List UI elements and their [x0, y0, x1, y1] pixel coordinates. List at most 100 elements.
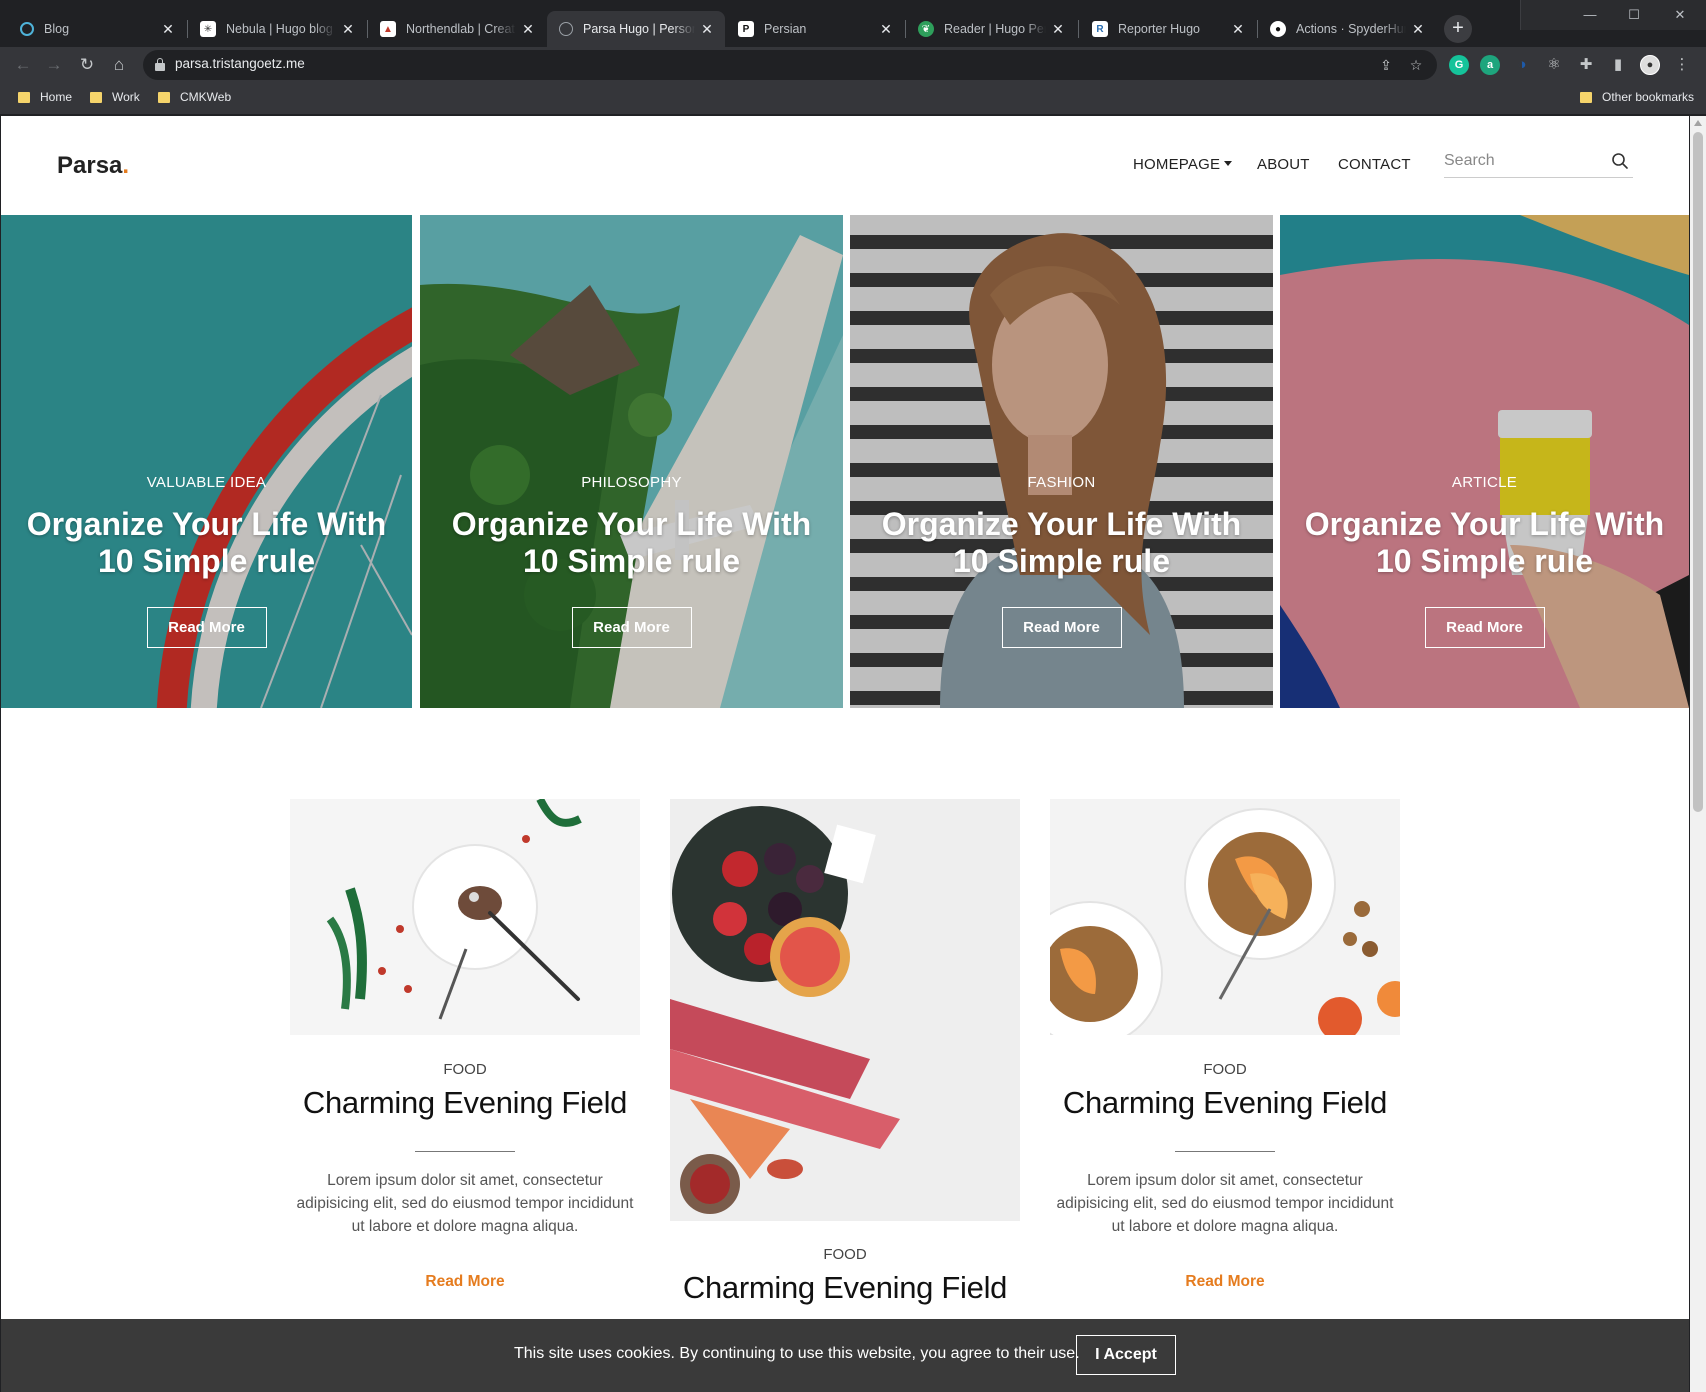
post-title[interactable]: Charming Evening Field	[290, 1085, 640, 1121]
slide-category: VALUABLE IDEA	[146, 474, 267, 491]
post-category[interactable]: FOOD	[1050, 1061, 1400, 1078]
tab-title: Reporter Hugo	[1118, 22, 1200, 36]
scrollbar-thumb[interactable]	[1693, 132, 1703, 812]
nav-homepage-label: HOMEPAGE	[1133, 156, 1221, 173]
tab-parsa[interactable]: Parsa Hugo | Personal ✕	[547, 11, 725, 47]
slide-title[interactable]: Organize Your Life With 10 Simple rule	[11, 506, 402, 580]
tab-blog[interactable]: Blog ✕	[8, 11, 186, 47]
url-text[interactable]: parsa.tristangoetz.me	[175, 56, 305, 71]
home-icon[interactable]: ⌂	[107, 53, 131, 77]
post-title[interactable]: Charming Evening Field	[670, 1270, 1020, 1306]
hero-slide: PHILOSOPHY Organize Your Life With 10 Si…	[420, 215, 843, 708]
post-title[interactable]: Charming Evening Field	[1050, 1085, 1400, 1121]
tab-northendlab[interactable]: ▲ Northendlab | Creativ ✕	[368, 11, 546, 47]
bookmark-label: Home	[40, 90, 73, 104]
close-icon[interactable]: ✕	[878, 21, 894, 38]
close-icon[interactable]: ✕	[340, 21, 356, 38]
close-icon[interactable]: ✕	[1050, 21, 1066, 38]
tab-reporter[interactable]: R Reporter Hugo ✕	[1080, 11, 1256, 47]
post-image[interactable]	[290, 799, 640, 1035]
page-scrollbar[interactable]	[1690, 116, 1706, 1392]
react-devtools-icon[interactable]: ⚛	[1544, 55, 1564, 75]
side-panel-icon[interactable]: ▮	[1608, 55, 1628, 75]
post-image[interactable]	[1050, 799, 1400, 1035]
post-category[interactable]: FOOD	[670, 1246, 1020, 1263]
github-icon: ●	[1270, 21, 1286, 37]
fruit-flatlay-image	[670, 799, 1020, 1221]
read-more-link[interactable]: Read More	[1050, 1273, 1400, 1291]
tab-title: Northendlab | Creativ	[406, 22, 516, 36]
hero-slide: ARTICLE Organize Your Life With 10 Simpl…	[1280, 215, 1689, 708]
extension-d-icon[interactable]: ◑	[1512, 55, 1532, 75]
folder-icon	[1580, 91, 1592, 103]
address-bar[interactable]: parsa.tristangoetz.me ⇪ ☆	[143, 50, 1437, 80]
reporter-icon: R	[1092, 21, 1108, 37]
new-tab-button[interactable]: +	[1444, 15, 1472, 43]
slide-title[interactable]: Organize Your Life With 10 Simple rule	[860, 506, 1263, 580]
close-icon[interactable]: ✕	[1410, 21, 1426, 38]
hero-slide: FASHION Organize Your Life With 10 Simpl…	[850, 215, 1273, 708]
maximize-icon[interactable]: ☐	[1614, 0, 1654, 30]
close-icon[interactable]: ✕	[520, 21, 536, 38]
tab-title: Persian	[764, 22, 807, 36]
close-window-icon[interactable]: ✕	[1660, 0, 1700, 30]
minimize-icon[interactable]: —	[1570, 0, 1610, 30]
lock-icon	[155, 58, 165, 71]
dessert-plate-image	[290, 799, 640, 1035]
bookmark-home[interactable]: Home	[18, 90, 72, 104]
bookmark-work[interactable]: Work	[90, 90, 140, 104]
slide-title[interactable]: Organize Your Life With 10 Simple rule	[1290, 506, 1679, 580]
slide-title[interactable]: Organize Your Life With 10 Simple rule	[430, 506, 833, 580]
tab-title: Parsa Hugo | Personal	[583, 22, 695, 36]
divider	[1175, 1151, 1275, 1152]
caret-down-icon	[1224, 161, 1233, 166]
northendlab-icon: ▲	[380, 21, 396, 37]
bookmark-star-icon[interactable]: ☆	[1407, 56, 1425, 74]
slide-category: ARTICLE	[1451, 474, 1518, 491]
extension-a-icon[interactable]: a	[1480, 55, 1500, 75]
accept-cookies-button[interactable]: I Accept	[1076, 1335, 1176, 1375]
extensions-puzzle-icon[interactable]: ✚	[1576, 55, 1596, 75]
close-icon[interactable]: ✕	[1230, 21, 1246, 38]
folder-icon	[18, 91, 30, 103]
search-input[interactable]	[1444, 148, 1594, 174]
profile-avatar[interactable]: ●	[1640, 55, 1660, 75]
close-icon[interactable]: ✕	[699, 21, 715, 38]
tab-title: Reader | Hugo Persor	[944, 22, 1046, 36]
grammarly-icon[interactable]: G	[1449, 55, 1469, 75]
browser-toolbar: ← → ↻ ⌂ parsa.tristangoetz.me ⇪ ☆ G a ◑ …	[0, 47, 1706, 83]
read-more-button[interactable]: Read More	[1001, 607, 1122, 648]
search-icon[interactable]	[1611, 152, 1629, 170]
forward-arrow-icon[interactable]: →	[42, 53, 66, 77]
hero-slide: VALUABLE IDEA Organize Your Life With 10…	[1, 215, 412, 708]
read-more-button[interactable]: Read More	[146, 607, 267, 648]
back-arrow-icon[interactable]: ←	[11, 53, 35, 77]
read-more-link[interactable]: Read More	[290, 1273, 640, 1291]
close-icon[interactable]: ✕	[160, 21, 176, 38]
read-more-button[interactable]: Read More	[1424, 607, 1545, 648]
read-more-button[interactable]: Read More	[571, 607, 692, 648]
nav-contact[interactable]: CONTACT	[1338, 156, 1411, 173]
post-category[interactable]: FOOD	[290, 1061, 640, 1078]
tab-strip: Blog ✕ ✳ Nebula | Hugo blog t ✕ ▲ Northe…	[0, 0, 1706, 47]
scroll-up-arrow-icon[interactable]	[1694, 120, 1702, 126]
tab-github-actions[interactable]: ● Actions · SpyderHunt ✕	[1258, 11, 1436, 47]
nav-about[interactable]: ABOUT	[1257, 156, 1310, 173]
tab-reader[interactable]: ❦ Reader | Hugo Persor ✕	[906, 11, 1076, 47]
slide-category: FASHION	[1027, 474, 1096, 491]
tab-nebula[interactable]: ✳ Nebula | Hugo blog t ✕	[188, 11, 366, 47]
other-bookmarks[interactable]: Other bookmarks	[1580, 90, 1694, 104]
share-icon[interactable]: ⇪	[1377, 56, 1395, 74]
reader-leaf-icon: ❦	[918, 21, 934, 37]
logo-text: Parsa	[57, 152, 123, 179]
tab-persian[interactable]: P Persian ✕	[726, 11, 904, 47]
kebab-menu-icon[interactable]: ⋮	[1672, 55, 1692, 75]
slide-category: PHILOSOPHY	[581, 474, 682, 491]
site-logo[interactable]: Parsa.	[57, 152, 129, 180]
nav-homepage[interactable]: HOMEPAGE	[1133, 156, 1233, 173]
bookmark-cmkweb[interactable]: CMKWeb	[158, 90, 231, 104]
post-image[interactable]	[670, 799, 1020, 1221]
reload-icon[interactable]: ↻	[75, 53, 99, 77]
bookmarks-bar: Home Work CMKWeb Other bookmarks	[0, 83, 1706, 115]
post-excerpt: Lorem ipsum dolor sit amet, consectetur …	[1056, 1172, 1394, 1235]
